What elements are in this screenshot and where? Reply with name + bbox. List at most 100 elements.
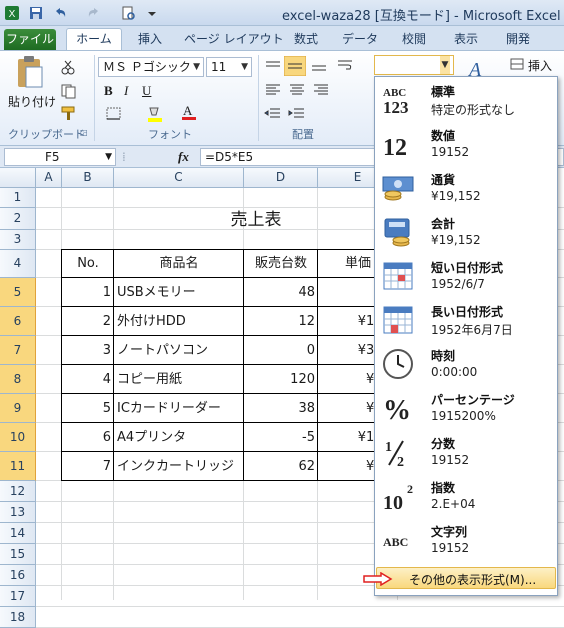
number-format-item[interactable]: 12 数値 19152 <box>375 123 557 167</box>
row-header-9[interactable]: 9 <box>0 394 36 423</box>
increase-indent-icon[interactable] <box>288 107 306 124</box>
column-header-c[interactable]: C <box>114 168 244 188</box>
table-cell[interactable]: 1 <box>65 278 111 307</box>
clipboard-launcher-icon[interactable]: ◲ <box>80 128 88 137</box>
more-number-formats-item[interactable]: その他の表示形式(M)... <box>363 567 556 589</box>
row-header-6[interactable]: 6 <box>0 307 36 336</box>
font-name-select[interactable]: ＭＳ Ｐゴシック ▼ <box>98 57 204 77</box>
row-header-13[interactable]: 13 <box>0 502 36 523</box>
row-header-5[interactable]: 5 <box>0 278 36 307</box>
table-cell[interactable]: 外付けHDD <box>117 307 241 336</box>
table-cell[interactable]: 120 <box>247 365 315 394</box>
row-header-1[interactable]: 1 <box>0 188 36 208</box>
column-header-d[interactable]: D <box>244 168 318 188</box>
number-format-item[interactable]: 10 2 指数 2.E+04 <box>375 475 557 519</box>
font-color-icon[interactable]: A <box>180 103 198 124</box>
column-header-a[interactable]: A <box>36 168 62 188</box>
number-format-item[interactable]: ABC 123 標準 特定の形式なし <box>375 79 557 123</box>
row-header-7[interactable]: 7 <box>0 336 36 365</box>
row-header-15[interactable]: 15 <box>0 544 36 565</box>
column-header-b[interactable]: B <box>62 168 114 188</box>
align-center-icon[interactable] <box>288 83 306 100</box>
table-cell[interactable]: 5 <box>65 394 111 423</box>
number-format-item[interactable]: 長い日付形式 1952年6月7日 <box>375 299 557 343</box>
customize-qat-icon[interactable] <box>144 5 160 21</box>
format-painter-icon[interactable] <box>60 105 76 124</box>
italic-button[interactable]: I <box>124 83 128 99</box>
align-bottom-icon[interactable] <box>310 59 328 76</box>
copy-icon[interactable] <box>60 83 78 102</box>
table-header-cell[interactable]: 商品名 <box>117 250 241 278</box>
table-cell[interactable]: コピー用紙 <box>117 365 241 394</box>
align-left-icon[interactable] <box>264 83 282 100</box>
table-cell[interactable]: 0 <box>247 336 315 365</box>
table-cell[interactable]: 12 <box>247 307 315 336</box>
insert-function-button[interactable]: fx <box>178 149 189 165</box>
bold-button[interactable]: B <box>104 83 113 99</box>
row-header-17[interactable]: 17 <box>0 586 36 607</box>
number-format-item[interactable]: 1 2 分数 19152 <box>375 431 557 475</box>
table-cell[interactable]: A4プリンタ <box>117 423 241 452</box>
table-cell[interactable]: USBメモリー <box>117 278 241 307</box>
tab-review[interactable]: 校閲 <box>398 29 430 50</box>
table-cell[interactable]: インクカートリッジ <box>117 452 241 481</box>
table-cell[interactable]: ICカードリーダー <box>117 394 241 423</box>
table-cell[interactable]: ノートパソコン <box>117 336 241 365</box>
row-header-10[interactable]: 10 <box>0 423 36 452</box>
number-format-item[interactable]: 会計 ¥19,152 <box>375 211 557 255</box>
paste-icon[interactable] <box>14 55 46 94</box>
table-cell[interactable]: 38 <box>247 394 315 423</box>
row-header-18[interactable]: 18 <box>0 607 36 628</box>
table-header-cell[interactable]: 販売台数 <box>247 250 315 278</box>
table-cell[interactable]: 62 <box>247 452 315 481</box>
font-size-select[interactable]: 11 ▼ <box>206 57 252 77</box>
insert-cells-icon[interactable] <box>510 57 524 74</box>
row-header-16[interactable]: 16 <box>0 565 36 586</box>
redo-icon[interactable] <box>86 5 102 21</box>
cut-icon[interactable] <box>60 59 76 78</box>
save-icon[interactable] <box>28 5 44 21</box>
number-format-item[interactable]: 通貨 ¥19,152 <box>375 167 557 211</box>
tab-data[interactable]: データ <box>342 29 378 50</box>
name-box[interactable]: F5 ▼ <box>4 148 116 166</box>
table-cell[interactable]: 6 <box>65 423 111 452</box>
number-format-select[interactable]: ▼ <box>374 55 454 75</box>
print-preview-icon[interactable] <box>120 5 136 21</box>
underline-button[interactable]: U <box>142 83 151 99</box>
tab-home[interactable]: ホーム <box>66 28 122 50</box>
borders-icon[interactable] <box>106 107 122 124</box>
table-header-cell[interactable]: No. <box>65 250 111 278</box>
tab-developer[interactable]: 開発 <box>502 29 534 50</box>
insert-button[interactable]: 挿入 <box>528 57 552 74</box>
table-cell[interactable]: 4 <box>65 365 111 394</box>
undo-icon[interactable] <box>52 5 68 21</box>
number-format-item[interactable]: 時刻 0:00:00 <box>375 343 557 387</box>
row-header-8[interactable]: 8 <box>0 365 36 394</box>
tab-file[interactable]: ファイル <box>4 29 56 50</box>
table-cell[interactable]: -5 <box>247 423 315 452</box>
sheet-title[interactable]: 売上表 <box>114 208 398 232</box>
decrease-indent-icon[interactable] <box>264 107 282 124</box>
row-header-4[interactable]: 4 <box>0 250 36 278</box>
wrap-text-icon[interactable] <box>336 59 354 76</box>
table-cell[interactable]: 7 <box>65 452 111 481</box>
tab-view[interactable]: 表示 <box>450 29 482 50</box>
table-cell[interactable]: 48 <box>247 278 315 307</box>
number-format-item[interactable]: % パーセンテージ 1915200% <box>375 387 557 431</box>
row-header-12[interactable]: 12 <box>0 481 36 502</box>
row-header-3[interactable]: 3 <box>0 230 36 250</box>
row-header-14[interactable]: 14 <box>0 523 36 544</box>
row-header-11[interactable]: 11 <box>0 452 36 481</box>
paste-button[interactable]: 貼り付け <box>8 93 56 110</box>
fill-color-icon[interactable] <box>146 105 164 126</box>
number-format-item[interactable]: 短い日付形式 1952/6/7 <box>375 255 557 299</box>
table-cell[interactable]: 3 <box>65 336 111 365</box>
tab-insert[interactable]: 挿入 <box>134 29 166 50</box>
tab-formulas[interactable]: 数式 <box>290 29 322 50</box>
align-right-icon[interactable] <box>312 83 330 100</box>
row-header-2[interactable]: 2 <box>0 208 36 230</box>
table-cell[interactable]: 2 <box>65 307 111 336</box>
tab-page-layout[interactable]: ページ レイアウト <box>184 29 284 50</box>
excel-logo-icon[interactable]: X <box>4 5 20 21</box>
number-format-item[interactable]: ABC 文字列 19152 <box>375 519 557 563</box>
